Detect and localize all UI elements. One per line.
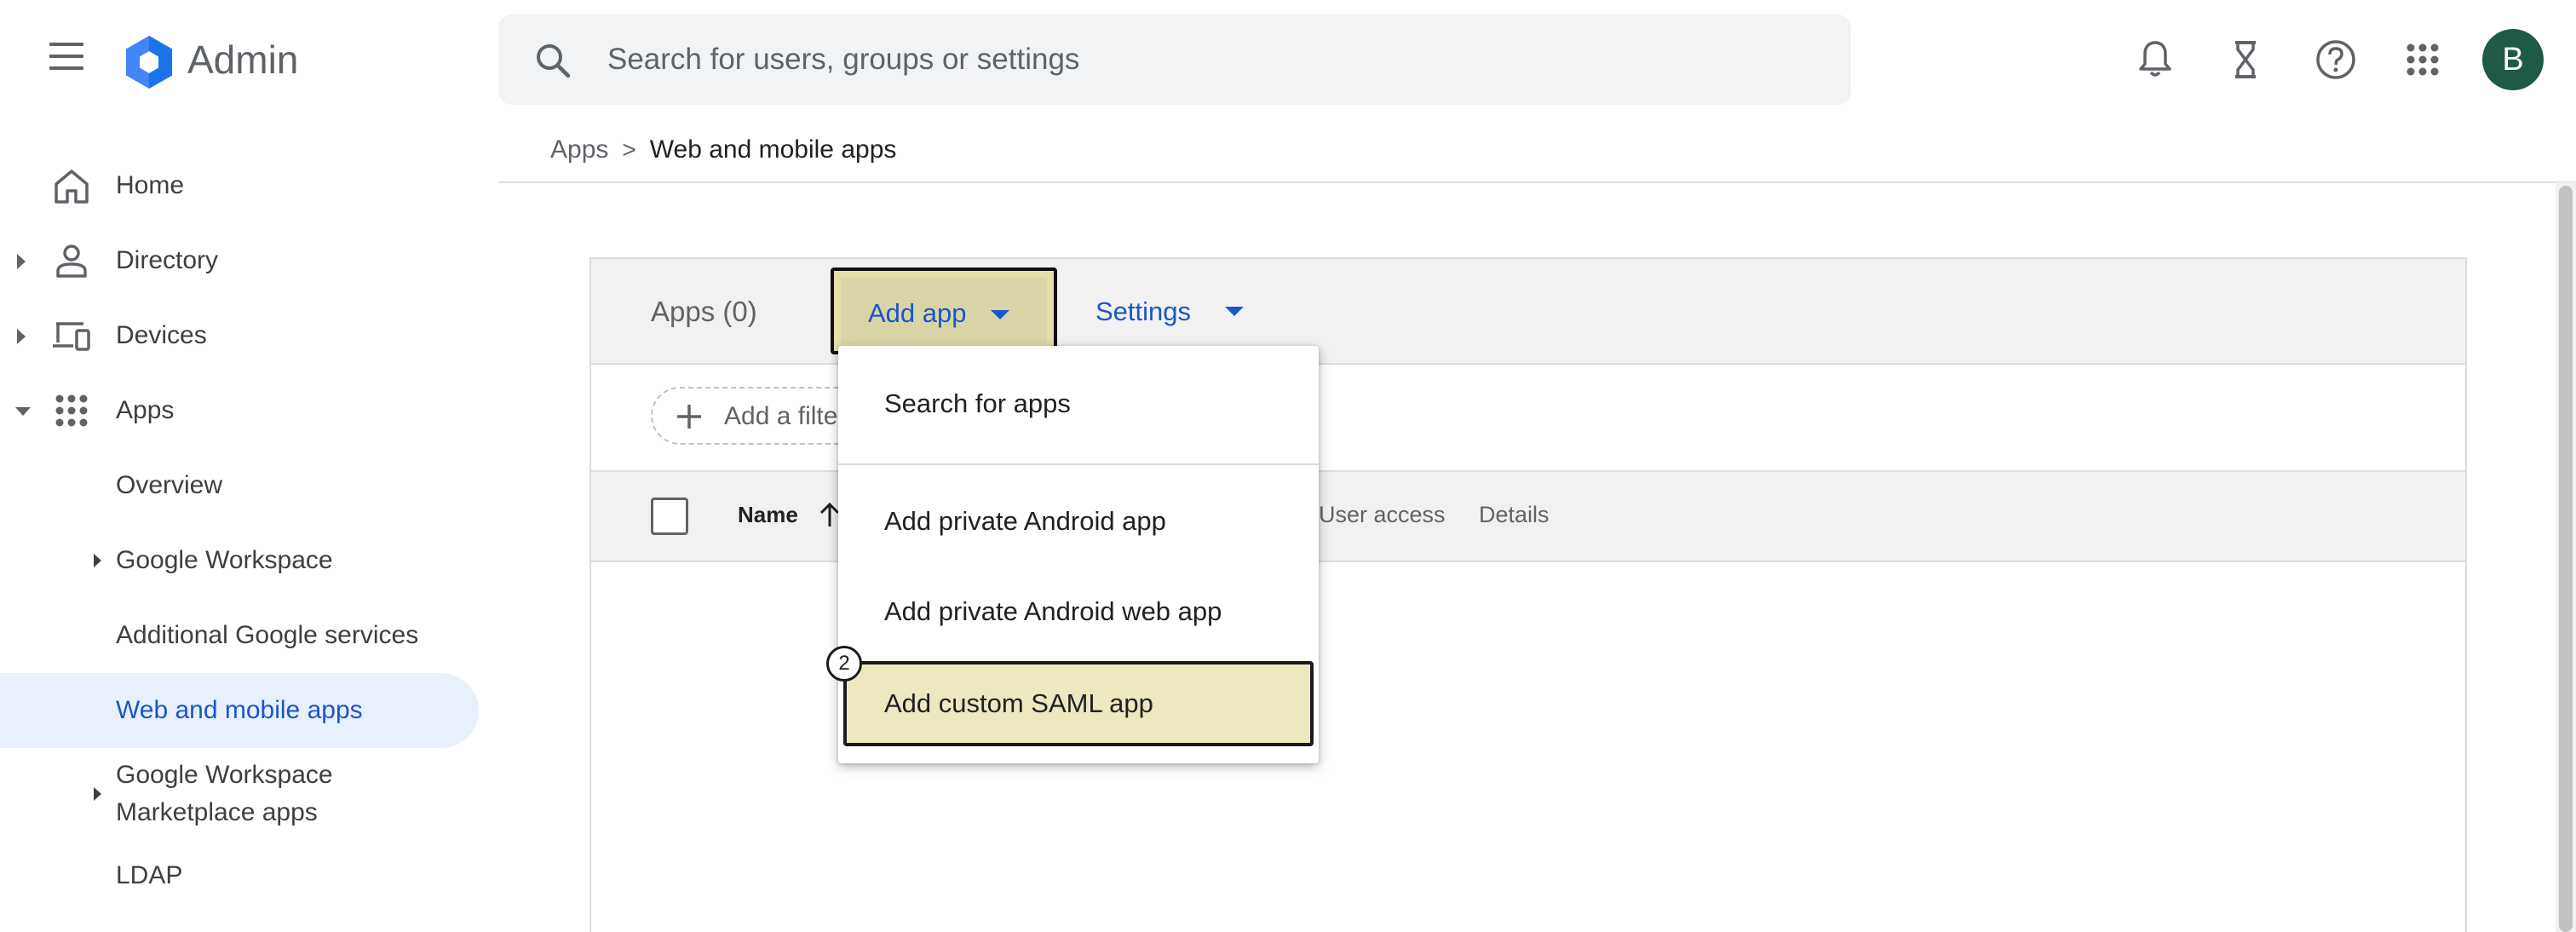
collapse-caret-icon[interactable] (15, 407, 31, 416)
column-header-name[interactable]: Name (738, 499, 798, 530)
apps-grid-icon (55, 394, 88, 427)
person-icon (56, 245, 87, 278)
menu-item-add-private-android-app[interactable]: Add private Android app (838, 487, 1319, 555)
main-menu-button[interactable] (46, 43, 87, 77)
expand-caret-icon[interactable] (94, 787, 101, 801)
step-number-badge: 2 (826, 646, 862, 682)
sidebar-item-label: Devices (116, 321, 207, 349)
column-header-user-access[interactable]: User access (1319, 499, 1446, 530)
account-avatar[interactable]: B (2482, 29, 2544, 90)
sidebar-item-overview[interactable]: Overview (0, 467, 479, 504)
sidebar-item-devices[interactable]: Devices (0, 308, 477, 363)
menu-item-label: Search for apps (884, 388, 1071, 418)
add-app-label: Add app (868, 298, 967, 328)
sidebar-item-marketplace-apps[interactable]: Google Workspace Marketplace apps (0, 757, 479, 831)
devices-icon (53, 322, 90, 351)
expand-caret-icon[interactable] (17, 254, 26, 269)
sidebar-item-label: Web and mobile apps (116, 696, 363, 724)
menu-item-search-for-apps[interactable]: Search for apps (838, 370, 1319, 438)
dropdown-arrow-icon (1225, 307, 1244, 316)
tasks-hourglass-icon[interactable] (2222, 36, 2269, 83)
sidebar-item-apps[interactable]: Apps (0, 383, 477, 438)
sidebar-item-web-and-mobile-apps[interactable]: Web and mobile apps (0, 673, 479, 748)
scrollbar-thumb[interactable] (2559, 186, 2573, 932)
sidebar-item-label: Google Workspace Marketplace apps (116, 761, 333, 826)
divider (498, 181, 2576, 183)
sidebar-item-label: Overview (116, 471, 223, 499)
add-app-menu: Search for apps Add private Android app … (838, 346, 1319, 763)
sidebar-item-label: Directory (116, 246, 219, 274)
help-icon[interactable] (2312, 36, 2360, 83)
sidebar-item-additional-google-services[interactable]: Additional Google services (0, 617, 479, 654)
search-input[interactable] (607, 38, 1800, 81)
breadcrumb-current: Web and mobile apps (649, 135, 897, 164)
sidebar-item-label: LDAP (116, 861, 183, 889)
sidebar-item-label: Apps (116, 396, 175, 424)
menu-item-label: Add private Android app (884, 506, 1166, 536)
search-icon (537, 44, 571, 78)
breadcrumb-separator: > (622, 136, 636, 163)
search-bar[interactable] (498, 14, 1851, 105)
brand-name: Admin (187, 37, 299, 82)
breadcrumb-apps-link[interactable]: Apps (550, 135, 608, 164)
sidebar-item-home[interactable]: Home (0, 158, 477, 213)
sidebar-item-label: Additional Google services (116, 621, 419, 649)
settings-button[interactable]: Settings (1095, 290, 1266, 334)
menu-item-add-private-android-web-app[interactable]: Add private Android web app (838, 578, 1319, 646)
sidebar-item-google-workspace[interactable]: Google Workspace (0, 542, 479, 579)
add-app-button[interactable]: Add app (831, 268, 1057, 354)
sidebar-item-ldap[interactable]: LDAP (0, 857, 479, 895)
home-icon (55, 170, 89, 204)
settings-label: Settings (1095, 296, 1192, 326)
apps-count-title: Apps (0) (651, 296, 757, 327)
plus-icon (677, 405, 701, 429)
menu-item-add-custom-saml-app[interactable]: Add custom SAML app (843, 661, 1314, 746)
google-apps-icon[interactable] (2399, 36, 2447, 83)
menu-item-label: Add private Android web app (884, 596, 1222, 626)
admin-logo-icon (126, 36, 172, 89)
expand-caret-icon[interactable] (17, 329, 26, 344)
menu-item-label: Add custom SAML app (884, 688, 1153, 718)
sidebar-item-label: Home (116, 171, 185, 199)
sidebar-item-label: Google Workspace (116, 546, 333, 574)
breadcrumb: Apps > Web and mobile apps (550, 133, 896, 167)
sidebar-item-directory[interactable]: Directory (0, 233, 477, 288)
expand-caret-icon[interactable] (94, 554, 101, 567)
menu-divider (838, 463, 1319, 465)
dropdown-arrow-icon (991, 310, 1009, 319)
column-header-details[interactable]: Details (1479, 499, 1550, 530)
notifications-bell-icon[interactable] (2131, 36, 2179, 83)
select-all-checkbox[interactable] (651, 498, 688, 535)
